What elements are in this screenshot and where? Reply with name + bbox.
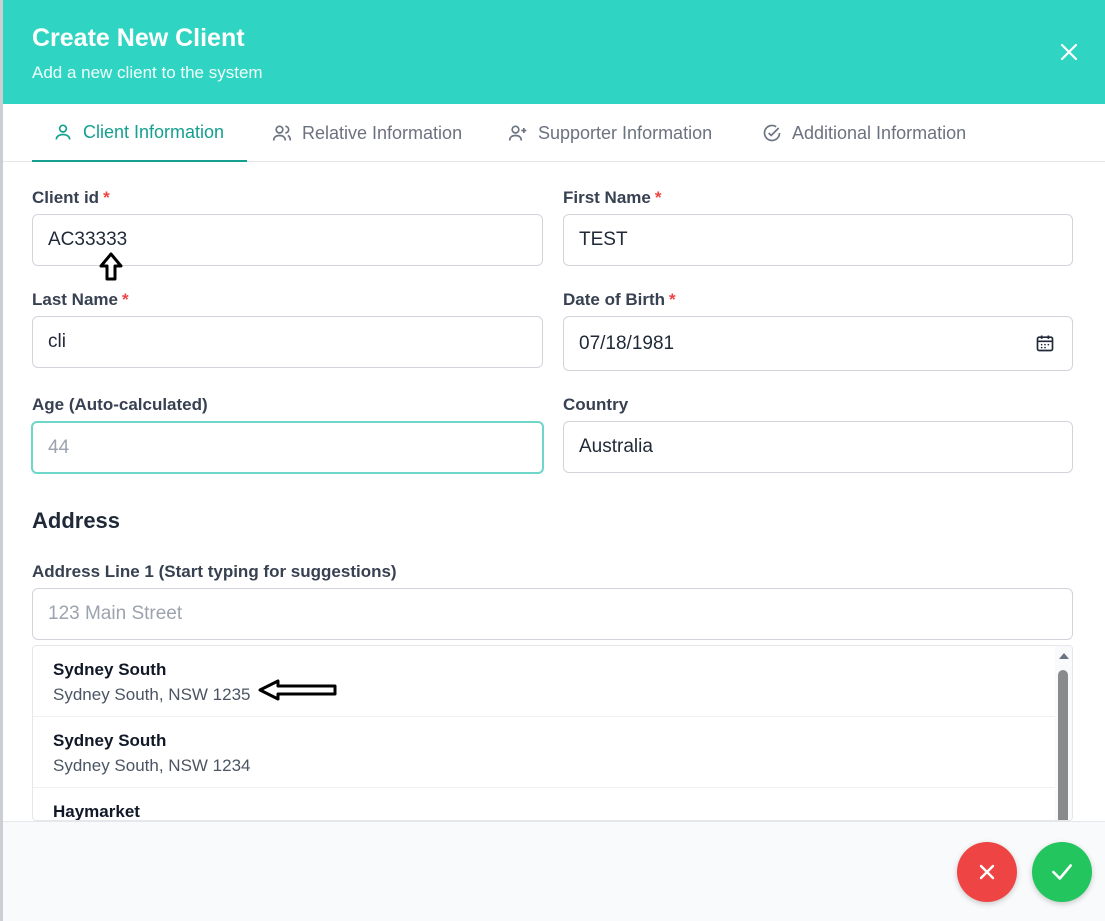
- country-label: Country: [563, 395, 629, 414]
- user-icon: [55, 124, 71, 140]
- up-arrow-annotation-icon: [99, 252, 123, 281]
- suggestion-detail: Sydney South, NSW 1234: [53, 756, 251, 775]
- dob-label: Date of Birth *: [563, 290, 676, 309]
- suggestion-item[interactable]: Sydney South Sydney South, NSW 1235: [33, 646, 1057, 717]
- suggestion-item[interactable]: Sydney South Sydney South, NSW 1234: [33, 717, 1057, 788]
- modal-subtitle: Add a new client to the system: [32, 63, 263, 82]
- age-input[interactable]: 44: [31, 421, 544, 474]
- address-suggestions-dropdown: Sydney South Sydney South, NSW 1235 Sydn…: [32, 645, 1073, 821]
- close-icon[interactable]: [1057, 40, 1081, 64]
- modal-footer: [3, 821, 1105, 921]
- modal-title: Create New Client: [32, 24, 245, 52]
- address-line1-label: Address Line 1 (Start typing for suggest…: [32, 562, 397, 581]
- modal-header: Create New Client Add a new client to th…: [3, 0, 1105, 104]
- suggestion-item[interactable]: Haymarket: [33, 788, 1057, 821]
- suggestion-name: Haymarket: [53, 802, 140, 821]
- tab-relative-information[interactable]: Relative Information: [272, 104, 462, 162]
- suggestion-name: Sydney South: [53, 660, 167, 679]
- tab-client-information[interactable]: Client Information: [32, 104, 247, 162]
- tab-additional-information[interactable]: Additional Information: [762, 104, 966, 162]
- scroll-up-icon[interactable]: [1059, 653, 1069, 659]
- tab-bar: Client Information Relative Information …: [3, 104, 1105, 162]
- check-circle-icon: [763, 124, 781, 142]
- user-plus-icon: [508, 125, 527, 141]
- check-icon: [1052, 864, 1072, 880]
- tab-label: Client Information: [83, 121, 225, 142]
- x-icon: [979, 864, 995, 880]
- users-icon: [272, 125, 292, 141]
- suggestion-name: Sydney South: [53, 731, 167, 750]
- dob-input[interactable]: 07/18/1981: [563, 316, 1073, 371]
- confirm-button[interactable]: [1032, 842, 1092, 902]
- scroll-thumb[interactable]: [1058, 670, 1068, 820]
- country-input[interactable]: Australia: [563, 421, 1073, 473]
- tab-label: Supporter Information: [538, 122, 713, 143]
- create-client-modal: Create New Client Add a new client to th…: [0, 0, 1105, 921]
- first-name-input[interactable]: TEST: [563, 214, 1073, 266]
- calendar-icon[interactable]: [1035, 333, 1055, 353]
- first-name-label: First Name *: [563, 188, 662, 207]
- left-arrow-annotation-icon: [258, 679, 337, 701]
- address-line1-input[interactable]: 123 Main Street: [32, 588, 1073, 640]
- last-name-label: Last Name *: [32, 290, 129, 309]
- cancel-button[interactable]: [957, 842, 1017, 902]
- tab-label: Relative Information: [302, 122, 463, 143]
- age-label: Age (Auto-calculated): [32, 395, 208, 414]
- tab-label: Additional Information: [792, 122, 967, 143]
- client-id-label: Client id *: [32, 188, 110, 207]
- tab-supporter-information[interactable]: Supporter Information: [508, 104, 712, 162]
- address-section-title: Address: [32, 508, 121, 533]
- last-name-input[interactable]: cli: [32, 316, 543, 368]
- suggestion-detail: Sydney South, NSW 1235: [53, 685, 251, 704]
- dropdown-scrollbar[interactable]: [1055, 646, 1072, 820]
